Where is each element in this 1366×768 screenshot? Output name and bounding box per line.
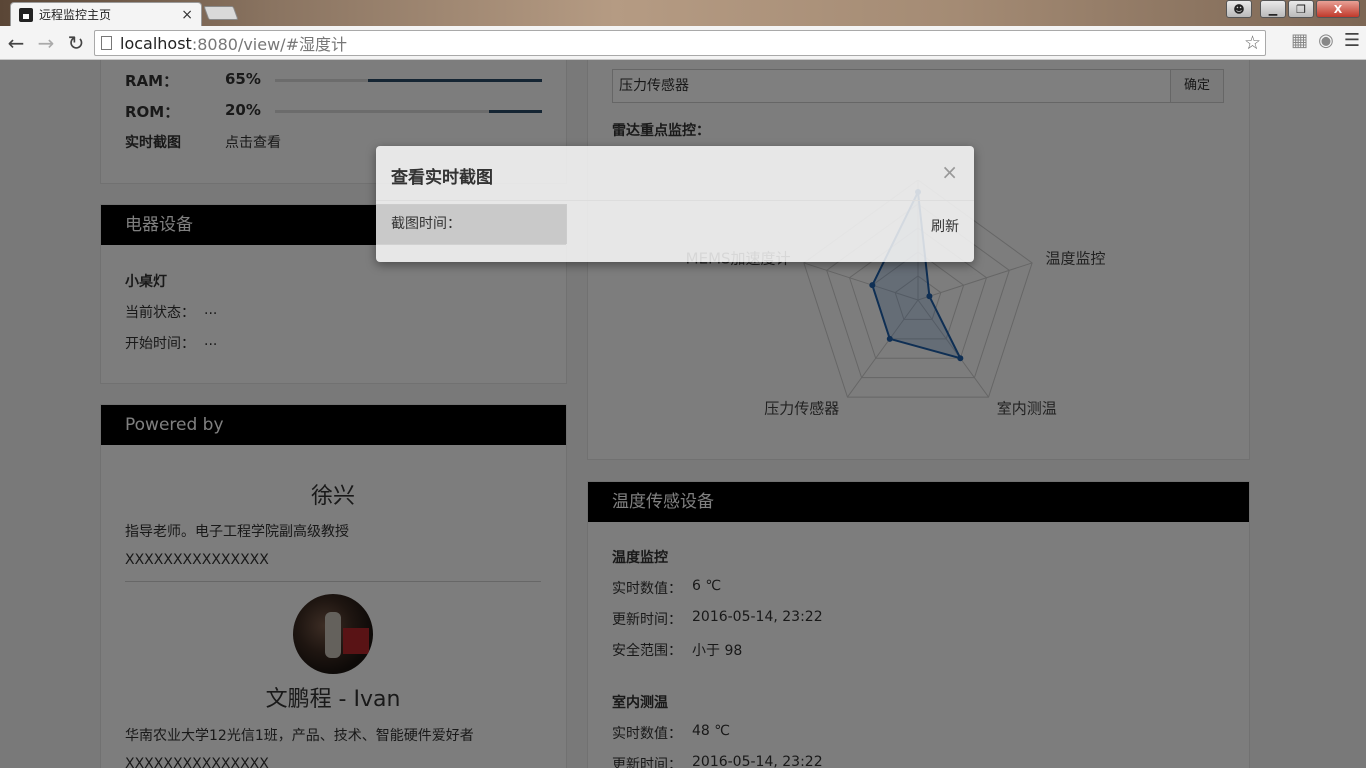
maximize-button[interactable]: ❐ <box>1288 0 1314 18</box>
refresh-button[interactable]: 刷新 <box>931 216 959 236</box>
modal-title: 查看实时截图 <box>391 168 493 188</box>
screenshot-modal: 查看实时截图 × 截图时间： 刷新 <box>376 146 974 262</box>
page-favicon-icon <box>19 7 33 22</box>
tab-close-icon[interactable]: × <box>181 7 193 23</box>
tab-title: 远程监控主页 <box>39 8 112 22</box>
forward-arrow-icon[interactable]: → <box>32 29 60 57</box>
screenshot-time-label: 截图时间： <box>376 204 567 244</box>
url-host: localhost <box>120 33 192 53</box>
url-path: :8080/view/#湿度计 <box>191 35 347 54</box>
new-tab-button[interactable] <box>203 6 239 20</box>
window-titlebar: 远程监控主页 × ☻ ▁ ❐ X <box>0 0 1366 26</box>
modal-divider <box>376 200 974 201</box>
user-profile-icon[interactable]: ☻ <box>1226 0 1252 18</box>
address-bar[interactable]: localhost:8080/view/#湿度计 ☆ <box>94 30 1266 56</box>
close-window-button[interactable]: X <box>1316 0 1360 18</box>
toolbar-extensions: ▦ ◉ ☰ <box>1291 30 1360 51</box>
extension-icon[interactable]: ▦ <box>1291 30 1308 51</box>
bookmark-star-icon[interactable]: ☆ <box>1244 32 1261 54</box>
menu-icon[interactable]: ☰ <box>1344 30 1360 51</box>
back-arrow-icon[interactable]: ← <box>2 29 30 57</box>
minimize-button[interactable]: ▁ <box>1260 0 1286 18</box>
reload-icon[interactable]: ↻ <box>62 29 90 57</box>
browser-toolbar: ← → ↻ localhost:8080/view/#湿度计 ☆ ▦ ◉ ☰ <box>0 26 1366 60</box>
page-icon <box>101 36 112 50</box>
browser-tab[interactable]: 远程监控主页 × <box>10 2 202 26</box>
close-icon[interactable]: × <box>941 160 958 184</box>
extension-circle-icon[interactable]: ◉ <box>1318 30 1334 51</box>
window-controls: ☻ ▁ ❐ X <box>1226 0 1360 18</box>
